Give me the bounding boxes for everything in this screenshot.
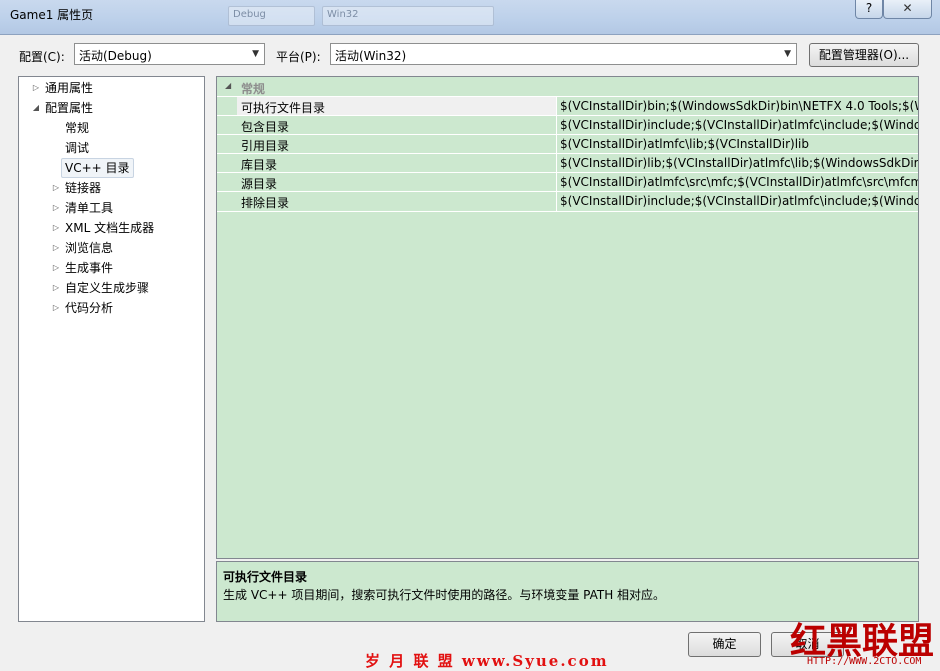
tree-item-general[interactable]: 常规 — [65, 119, 89, 137]
platform-select[interactable]: 活动(Win32) ▼ — [330, 43, 797, 65]
tree-item-xml-doc-generator[interactable]: ▷ XML 文档生成器 — [53, 219, 154, 237]
expand-icon[interactable]: ▷ — [51, 259, 61, 277]
property-value[interactable]: $(VCInstallDir)lib;$(VCInstallDir)atlmfc… — [560, 156, 918, 170]
expand-icon[interactable]: ▷ — [31, 79, 41, 97]
expand-icon[interactable]: ▷ — [51, 299, 61, 317]
property-grid: ◢ 常规 可执行文件目录 $(VCInstallDir)bin;$(Window… — [216, 76, 919, 559]
platform-value: 活动(Win32) — [335, 49, 407, 63]
property-row[interactable]: 库目录 $(VCInstallDir)lib;$(VCInstallDir)at… — [217, 153, 918, 173]
tree-item-custom-build-step[interactable]: ▷ 自定义生成步骤 — [53, 279, 149, 297]
config-manager-button[interactable]: 配置管理器(O)... — [809, 43, 919, 67]
tree-item-debugging[interactable]: 调试 — [65, 139, 89, 157]
watermark-left: 岁 月 联 盟 www.Syue.com — [365, 652, 609, 670]
tree-item-browse-info[interactable]: ▷ 浏览信息 — [53, 239, 113, 257]
property-value[interactable]: $(VCInstallDir)atlmfc\lib;$(VCInstallDir… — [560, 137, 809, 151]
property-row[interactable]: 排除目录 $(VCInstallDir)include;$(VCInstallD… — [217, 191, 918, 212]
property-value[interactable]: $(VCInstallDir)bin;$(WindowsSdkDir)bin\N… — [557, 97, 918, 116]
property-value[interactable]: $(VCInstallDir)include;$(VCInstallDir)at… — [560, 194, 918, 208]
expand-icon[interactable]: ▷ — [51, 179, 61, 197]
expand-icon[interactable]: ▷ — [51, 199, 61, 217]
title-bar: Game1 属性页 Debug Win32 ? ✕ — [0, 0, 940, 35]
config-value: 活动(Debug) — [79, 49, 152, 63]
property-name: 引用目录 — [241, 139, 290, 153]
category-label: 常规 — [241, 82, 266, 96]
window-title: Game1 属性页 — [10, 8, 94, 22]
expand-icon[interactable]: ▷ — [51, 219, 61, 237]
settings-tree: ▷ 通用属性 ◢ 配置属性 常规 调试 VC++ 目录 ▷ 链接器 ▷ 清单工具… — [18, 76, 205, 622]
ghost-combo-2: Win32 — [322, 6, 494, 26]
close-button[interactable]: ✕ — [883, 0, 932, 19]
property-name: 可执行文件目录 — [241, 101, 326, 115]
property-name: 排除目录 — [241, 196, 290, 210]
watermark-url: HTTP://WWW.2CTO.COM — [807, 656, 922, 667]
property-name: 包含目录 — [241, 120, 290, 134]
property-name: 源目录 — [241, 177, 278, 191]
chevron-down-icon: ▼ — [784, 49, 791, 59]
property-row[interactable]: 引用目录 $(VCInstallDir)atlmfc\lib;$(VCInsta… — [217, 134, 918, 154]
expand-icon[interactable]: ▷ — [51, 239, 61, 257]
description-text: 生成 VC++ 项目期间，搜索可执行文件时使用的路径。与环境变量 PATH 相对… — [223, 588, 666, 602]
property-row[interactable]: 源目录 $(VCInstallDir)atlmfc\src\mfc;$(VCIn… — [217, 172, 918, 192]
tree-item-manifest-tool[interactable]: ▷ 清单工具 — [53, 199, 113, 217]
property-value[interactable]: $(VCInstallDir)atlmfc\src\mfc;$(VCInstal… — [560, 175, 918, 189]
help-button[interactable]: ? — [855, 0, 883, 19]
property-value[interactable]: $(VCInstallDir)include;$(VCInstallDir)at… — [560, 118, 918, 132]
config-select[interactable]: 活动(Debug) ▼ — [74, 43, 265, 65]
ok-button[interactable]: 确定 — [688, 632, 761, 657]
property-row[interactable]: 可执行文件目录 $(VCInstallDir)bin;$(WindowsSdkD… — [217, 96, 918, 116]
description-title: 可执行文件目录 — [223, 570, 308, 584]
config-label: 配置(C): — [19, 50, 65, 64]
grid-category[interactable]: ◢ 常规 — [217, 77, 918, 96]
property-name: 库目录 — [241, 158, 278, 172]
tree-item-common-properties[interactable]: ▷ 通用属性 — [33, 79, 93, 97]
ghost-combo-1: Debug — [228, 6, 315, 26]
platform-label: 平台(P): — [276, 50, 321, 64]
collapse-icon[interactable]: ◢ — [31, 99, 41, 117]
property-row[interactable]: 包含目录 $(VCInstallDir)include;$(VCInstallD… — [217, 115, 918, 135]
tree-item-code-analysis[interactable]: ▷ 代码分析 — [53, 299, 113, 317]
expand-icon[interactable]: ▷ — [51, 279, 61, 297]
tree-item-build-events[interactable]: ▷ 生成事件 — [53, 259, 113, 277]
tree-item-linker[interactable]: ▷ 链接器 — [53, 179, 101, 197]
tree-item-vc-directories[interactable]: VC++ 目录 — [61, 158, 134, 178]
collapse-icon[interactable]: ◢ — [225, 81, 231, 90]
tree-item-config-properties[interactable]: ◢ 配置属性 — [33, 99, 93, 117]
chevron-down-icon: ▼ — [252, 49, 259, 59]
